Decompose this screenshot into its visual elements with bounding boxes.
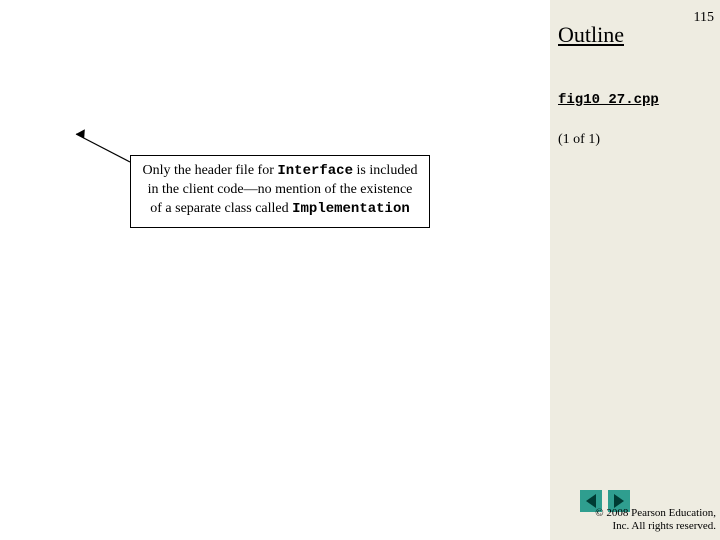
copyright: © 2008 Pearson Education, Inc. All right… — [595, 507, 716, 535]
page-number: 115 — [694, 10, 714, 26]
callout-code-1: Interface — [277, 163, 353, 179]
copyright-line-2: Inc. All rights reserved. — [595, 520, 716, 534]
copyright-line-1: © 2008 Pearson Education, — [595, 507, 716, 521]
right-panel: 115 Outline fig10_27.cpp (1 of 1) — [550, 0, 720, 540]
callout-code-2: Implementation — [292, 201, 410, 217]
outline-title: Outline — [558, 22, 624, 48]
file-name-label: fig10_27.cpp — [558, 92, 659, 108]
callout-text-1: Only the header file for — [142, 163, 277, 178]
callout-box: Only the header file for Interface is in… — [130, 155, 430, 228]
page-of-label: (1 of 1) — [558, 132, 600, 148]
